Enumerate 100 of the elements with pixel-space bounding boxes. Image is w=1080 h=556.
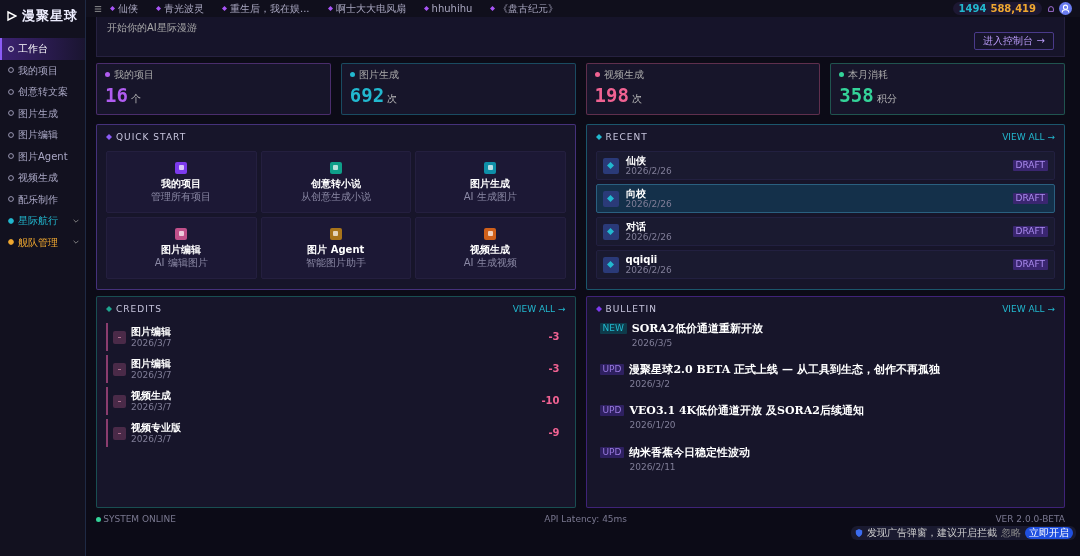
system-status: SYSTEM ONLINE <box>103 513 176 525</box>
sidebar-item[interactable]: 视频生成 <box>0 167 85 189</box>
tile-subtitle: 从创意生成小说 <box>300 191 371 203</box>
quick-start-tile[interactable]: 我的项目 管理所有项目 <box>106 151 257 213</box>
draft-tag: DRAFT <box>1012 193 1048 204</box>
news-title[interactable]: 漫聚星球2.0 BETA 正式上线 — 从工具到生态，创作不再孤独 <box>629 364 940 377</box>
dot-icon <box>8 110 14 117</box>
tile-title: 我的项目 <box>161 177 202 189</box>
credit-date: 2026/3/7 <box>131 337 172 348</box>
sidebar-item[interactable]: 配乐制作 <box>0 188 85 210</box>
credit-balance: 1494 <box>958 2 987 15</box>
project-date: 2026/2/26 <box>625 199 672 210</box>
tab[interactable]: 《盘古纪元》 <box>498 2 559 15</box>
credit-amount: -3 <box>548 331 560 343</box>
sidebar-item[interactable]: 我的项目 <box>0 59 85 81</box>
recent-item[interactable]: 向校 2026/2/26 DRAFT <box>595 184 1055 213</box>
draft-tag: DRAFT <box>1012 160 1048 171</box>
diamond-icon <box>156 6 161 11</box>
minus-icon <box>117 398 122 404</box>
stat-value: 198 <box>594 84 629 107</box>
credit-item-name: 图片编辑 <box>131 326 172 338</box>
news-title[interactable]: 纳米香蕉今日稳定性波动 <box>629 446 751 460</box>
news-title[interactable]: SORA2低价通道重新开放 <box>631 323 763 336</box>
tile-title: 图片生成 <box>470 177 511 189</box>
diamond-icon <box>607 261 614 268</box>
diamond-icon <box>607 195 614 202</box>
tile-title: 图片 Agent <box>307 243 365 255</box>
stat-label: 本月消耗 <box>848 69 889 81</box>
panel-title: RECENT <box>605 131 648 143</box>
dot-icon <box>8 174 14 181</box>
project-date: 2026/2/26 <box>625 166 672 177</box>
quick-start-tile[interactable]: 创意转小说 从创意生成小说 <box>260 151 411 213</box>
quick-start-tile[interactable]: 图片生成 AI 生成图片 <box>415 151 566 213</box>
menu-icon <box>94 4 102 13</box>
logo-text: 漫聚星球 <box>22 8 78 24</box>
view-all-link[interactable]: VIEW ALL → <box>1002 131 1055 143</box>
dot-icon <box>8 45 14 52</box>
project-name: 对话 <box>625 220 647 233</box>
minus-icon <box>117 430 122 436</box>
tab[interactable]: 仙侠 <box>118 2 138 15</box>
news-date: 2026/2/11 <box>629 461 677 472</box>
chevron-down-icon <box>73 239 79 246</box>
tile-title: 视频生成 <box>470 243 511 255</box>
diamond-icon <box>222 6 227 11</box>
minus-icon <box>117 366 122 372</box>
credit-item-name: 图片编辑 <box>131 358 172 370</box>
dismiss-button[interactable]: 忽略 <box>1001 527 1021 539</box>
stat-unit: 次 <box>631 92 642 104</box>
tab[interactable]: hhuhihu <box>431 2 473 15</box>
tab[interactable]: 青光波灵 <box>164 2 204 15</box>
recent-item[interactable]: 仙侠 2026/2/26 DRAFT <box>595 151 1055 180</box>
stat-value: 16 <box>105 84 128 107</box>
view-all-link[interactable]: VIEW ALL → <box>512 303 566 315</box>
sidebar-item[interactable]: 舰队管理 <box>0 231 85 253</box>
quick-start-tile[interactable]: 图片 Agent 智能图片助手 <box>260 217 411 279</box>
api-latency: API Latency: 45ms <box>544 513 628 525</box>
recent-item[interactable]: 对话 2026/2/26 DRAFT <box>595 217 1055 246</box>
tab[interactable]: 啊士大大电风扇 <box>335 2 406 15</box>
console-button[interactable]: 进入控制台 → <box>974 32 1054 50</box>
hero-subtitle: 开始你的AI星际漫游 <box>107 22 197 34</box>
sidebar-item[interactable]: 图片生成 <box>0 102 85 124</box>
sidebar-item[interactable]: 创意转文案 <box>0 81 85 103</box>
credit-date: 2026/3/7 <box>131 433 173 444</box>
dot-icon <box>8 88 14 95</box>
tab[interactable]: 重生后，我在娱... <box>230 2 310 15</box>
recent-item[interactable]: qqiqii 2026/2/26 DRAFT <box>595 250 1055 279</box>
sidebar-item[interactable]: 图片编辑 <box>0 124 85 146</box>
quick-start-tile[interactable]: 视频生成 AI 生成视频 <box>415 217 566 279</box>
stat-value: 692 <box>349 84 385 107</box>
quick-start-tile[interactable]: 图片编辑 AI 编辑图片 <box>106 217 257 279</box>
stat-unit: 积分 <box>876 92 897 104</box>
news-tag: UPD <box>599 364 625 376</box>
panel-title: QUICK START <box>116 131 187 143</box>
diamond-icon <box>490 6 496 11</box>
tile-subtitle: AI 编辑图片 <box>154 257 208 269</box>
news-title[interactable]: VEO3.1 4K低价通道开放 及SORA2后续通知 <box>629 405 864 419</box>
sidebar-item[interactable]: 星际航行 <box>0 210 85 232</box>
draft-tag: DRAFT <box>1012 226 1048 237</box>
shield-icon <box>855 529 863 537</box>
dot-icon <box>8 196 14 203</box>
diamond-icon <box>106 134 112 140</box>
news-tag: NEW <box>599 323 627 334</box>
dot-icon <box>8 67 14 74</box>
dot-icon <box>8 131 14 138</box>
news-date: 2026/1/20 <box>629 420 677 431</box>
sidebar-item[interactable]: 图片Agent <box>0 145 85 167</box>
diamond-icon <box>110 6 115 11</box>
status-dot <box>96 516 101 522</box>
tile-subtitle: AI 生成图片 <box>463 191 517 203</box>
tile-title: 图片编辑 <box>161 243 202 255</box>
view-all-link[interactable]: VIEW ALL → <box>1002 303 1055 315</box>
diamond-icon <box>595 306 602 312</box>
panel-title: CREDITS <box>116 303 163 315</box>
stat-value: 358 <box>839 84 874 107</box>
tile-subtitle: AI 生成视频 <box>463 257 517 269</box>
sidebar-item[interactable]: 工作台 <box>0 38 85 60</box>
credit-date: 2026/3/7 <box>131 401 172 412</box>
avatar-icon <box>1059 2 1072 15</box>
enable-button[interactable]: 立即开启 <box>1025 527 1073 539</box>
toast-message: 发现广告弹窗，建议开启拦截 <box>867 527 997 539</box>
